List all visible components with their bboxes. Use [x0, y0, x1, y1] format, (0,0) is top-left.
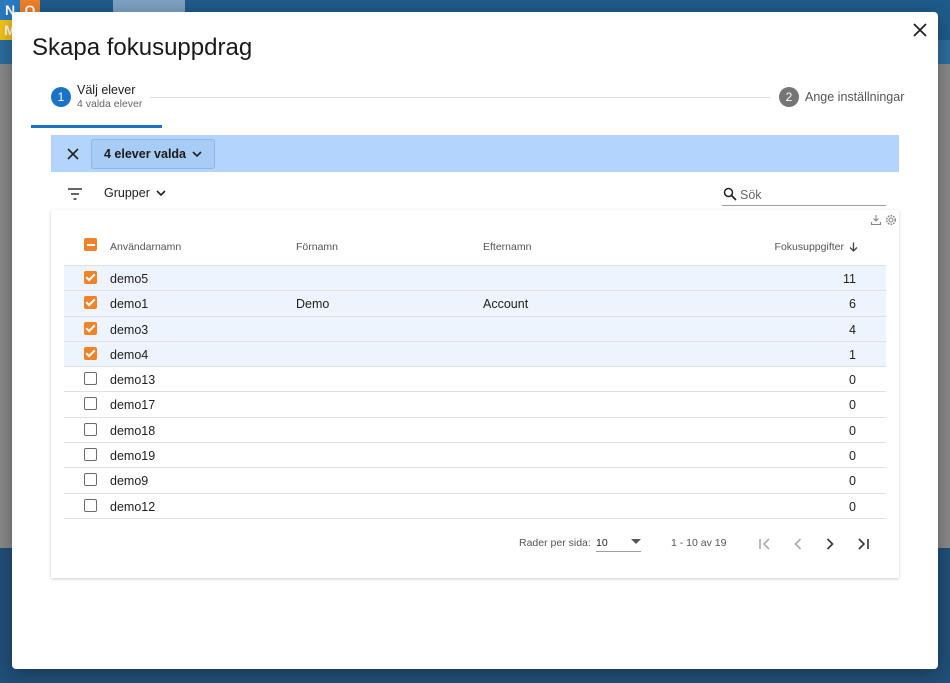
gear-icon[interactable]: [885, 214, 897, 226]
step-number: 2: [779, 87, 799, 107]
row-checkbox[interactable]: [84, 346, 97, 360]
last-page-icon: [858, 538, 869, 550]
table-tools: [870, 214, 897, 226]
cell-username: demo9: [110, 474, 149, 489]
row-checkbox[interactable]: [84, 397, 97, 411]
first-page-button[interactable]: [755, 534, 775, 554]
filter-icon: [68, 188, 82, 200]
close-dialog-button[interactable]: [910, 20, 930, 40]
table-body: demo5 11 demo1 Demo Account 6 demo3 4 demo4 1 demo…: [64, 266, 886, 519]
table-row[interactable]: demo17 0: [64, 392, 886, 418]
last-page-button[interactable]: [853, 534, 873, 554]
pagination: Rader per sida: 10 1 - 10 av 19: [51, 532, 899, 556]
table-row[interactable]: demo12 0: [64, 494, 886, 519]
selected-students-dropdown[interactable]: 4 elever valda: [91, 139, 216, 169]
previous-page-button[interactable]: [788, 534, 808, 554]
table-row[interactable]: demo1 Demo Account 6: [64, 291, 886, 317]
create-focus-task-dialog: Skapa fokusuppdrag 1 Välj elever 4 valda…: [12, 12, 938, 669]
step-sublabel: 4 valda elever: [77, 98, 143, 110]
cell-tasks: 6: [849, 297, 856, 312]
table-row[interactable]: demo18 0: [64, 418, 886, 444]
search-icon: [723, 187, 737, 201]
column-header-lastname[interactable]: Efternamn: [483, 241, 531, 253]
row-checkbox[interactable]: [84, 296, 97, 310]
row-checkbox[interactable]: [84, 473, 97, 487]
cell-username: demo18: [110, 423, 156, 438]
stepper-connector: [150, 97, 770, 98]
rows-per-page-label: Rader per sida:: [519, 537, 591, 549]
rows-per-page-select[interactable]: 10: [596, 534, 641, 552]
download-icon[interactable]: [870, 214, 882, 226]
chevron-down-icon: [156, 190, 166, 196]
rows-per-page-value: 10: [596, 537, 608, 549]
step-number: 1: [51, 87, 71, 107]
search-input[interactable]: [738, 186, 883, 204]
cell-username: demo4: [110, 347, 149, 362]
cell-username: demo12: [110, 499, 156, 514]
cell-tasks: 0: [849, 474, 856, 489]
cell-tasks: 0: [849, 449, 856, 464]
table-row[interactable]: demo4 1: [64, 341, 886, 368]
active-step-indicator: [31, 125, 162, 128]
first-page-icon: [759, 538, 770, 550]
cell-tasks: 11: [843, 272, 856, 286]
step-label: Ange inställningar: [805, 90, 905, 104]
column-header-tasks[interactable]: Fokusuppgifter: [775, 241, 858, 253]
table-row[interactable]: demo9 0: [64, 468, 886, 494]
close-icon: [67, 148, 79, 160]
cell-tasks: 4: [849, 322, 856, 337]
clear-selection-button[interactable]: [65, 146, 81, 162]
page-range: 1 - 10 av 19: [671, 537, 727, 549]
cell-tasks: 0: [849, 373, 856, 388]
filter-button[interactable]: [67, 187, 83, 201]
cell-username: demo3: [110, 322, 149, 337]
cell-username: demo5: [110, 272, 149, 286]
selected-count-label: 4 elever valda: [104, 147, 187, 161]
cell-firstname: Demo: [296, 297, 330, 312]
cell-tasks: 0: [849, 499, 856, 514]
cell-username: demo19: [110, 449, 156, 464]
column-header-firstname[interactable]: Förnamn: [296, 241, 338, 253]
cell-tasks: 0: [849, 398, 856, 413]
selection-bar: 4 elever valda: [51, 135, 899, 172]
column-header-username[interactable]: Användarnamn: [110, 241, 181, 253]
chevron-down-icon: [192, 151, 202, 157]
chevron-right-icon: [826, 538, 834, 550]
select-all-checkbox[interactable]: [84, 238, 97, 251]
cell-tasks: 1: [849, 347, 856, 362]
table-row[interactable]: demo5 11: [64, 266, 886, 292]
cell-lastname: Account: [483, 297, 529, 312]
cell-tasks: 0: [849, 423, 856, 438]
cell-username: demo13: [110, 373, 156, 388]
close-icon: [913, 23, 927, 37]
groups-dropdown[interactable]: Grupper: [104, 186, 166, 200]
row-checkbox[interactable]: [84, 448, 97, 462]
cell-username: demo17: [110, 398, 156, 413]
search-field: [722, 184, 886, 206]
row-checkbox[interactable]: [84, 498, 97, 512]
students-table-card: Användarnamn Förnamn Efternamn Fokusuppg…: [51, 210, 899, 578]
groups-label: Grupper: [104, 186, 150, 200]
row-checkbox[interactable]: [84, 271, 97, 284]
table-row[interactable]: demo3 4: [64, 316, 886, 342]
table-row[interactable]: demo19 0: [64, 443, 886, 469]
row-checkbox[interactable]: [84, 372, 97, 386]
step-label: Välj elever: [77, 83, 136, 97]
column-header-tasks-label: Fokusuppgifter: [774, 241, 844, 253]
caret-down-icon: [631, 539, 641, 544]
dialog-title: Skapa fokusuppdrag: [32, 34, 253, 61]
table-row[interactable]: demo13 0: [64, 367, 886, 393]
row-checkbox[interactable]: [84, 422, 97, 436]
table-header: Användarnamn Förnamn Efternamn Fokusuppg…: [64, 234, 886, 266]
next-page-button[interactable]: [820, 534, 840, 554]
cell-username: demo1: [110, 297, 149, 312]
arrow-down-icon: [849, 242, 858, 252]
chevron-left-icon: [794, 538, 802, 550]
row-checkbox[interactable]: [84, 321, 97, 335]
app-tab: [113, 0, 185, 12]
